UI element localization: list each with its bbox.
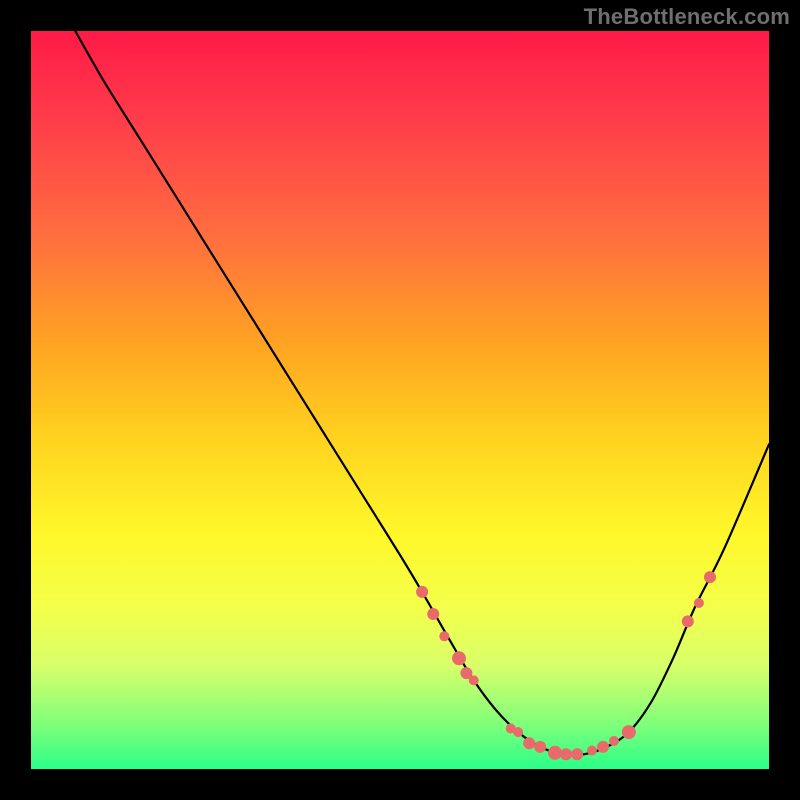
- curve-markers: [416, 571, 716, 760]
- marker-dot: [560, 748, 572, 760]
- marker-dot: [416, 586, 428, 598]
- marker-dot: [439, 631, 449, 641]
- marker-dot: [622, 725, 636, 739]
- marker-dot: [427, 608, 439, 620]
- watermark-text: TheBottleneck.com: [584, 4, 790, 30]
- marker-dot: [469, 675, 479, 685]
- marker-dot: [597, 741, 609, 753]
- marker-dot: [682, 615, 694, 627]
- marker-dot: [609, 736, 619, 746]
- marker-dot: [548, 746, 562, 760]
- marker-dot: [534, 741, 546, 753]
- marker-dot: [694, 598, 704, 608]
- marker-dot: [587, 746, 597, 756]
- bottleneck-curve: [75, 31, 769, 755]
- marker-dot: [452, 651, 466, 665]
- marker-dot: [571, 748, 583, 760]
- marker-dot: [523, 737, 535, 749]
- chart-svg: [31, 31, 769, 769]
- marker-dot: [513, 727, 523, 737]
- marker-dot: [704, 571, 716, 583]
